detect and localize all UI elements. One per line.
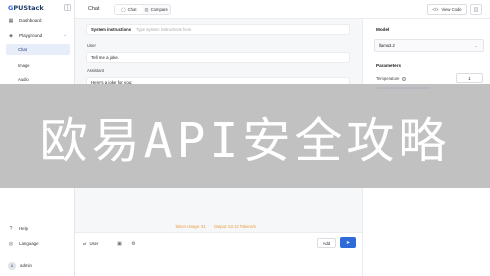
- temperature-label-text: Temperature: [376, 76, 400, 81]
- send-button[interactable]: ➤: [340, 237, 356, 248]
- token-usage: Token Usage: 51: [175, 224, 206, 229]
- sidebar-collapse-icon[interactable]: [64, 4, 71, 11]
- top-header: Chat ◯ Chat ▥ Compare </> View Code ◫: [75, 0, 490, 19]
- avatar: A: [8, 261, 16, 270]
- message-bubble[interactable]: Tell me a joke.: [86, 52, 350, 63]
- overlay-banner: 欧易API安全攻略: [0, 84, 490, 188]
- add-label: Add: [322, 240, 331, 246]
- message-role: Assistant: [87, 68, 104, 73]
- sidebar-item-playground[interactable]: ◈ Playground ⌄: [4, 30, 71, 41]
- sidebar-item-label: Playground: [19, 33, 43, 38]
- sidebar-item-label: Help: [19, 226, 29, 231]
- info-icon[interactable]: i: [401, 76, 406, 81]
- sidebar-item-dashboard[interactable]: ▦ Dashboard: [4, 15, 71, 26]
- chat-icon: ◯: [120, 7, 126, 12]
- sidebar-item-label: Chat: [18, 47, 27, 52]
- settings-icon[interactable]: ⚙: [129, 239, 138, 248]
- role-label: User: [89, 241, 99, 246]
- composer: ⇄ User ▣ ⚙ Add ➤: [75, 232, 362, 276]
- model-value: llama3.2: [379, 43, 395, 48]
- playground-icon: ◈: [9, 32, 13, 39]
- user-name: admin: [20, 263, 32, 268]
- parameters-section-title: Parameters: [376, 63, 402, 68]
- role-selector[interactable]: ⇄ User: [83, 239, 98, 248]
- usage-stats: Token Usage: 51 Output: 53.13 Tokens/s: [175, 224, 256, 229]
- sidebar-item-label: Audio: [18, 77, 29, 82]
- temperature-input[interactable]: 1: [456, 73, 483, 83]
- tab-label: Chat: [127, 7, 137, 12]
- view-code-button[interactable]: </> View Code: [427, 4, 467, 15]
- panel-toggle-icon[interactable]: ◫: [470, 4, 482, 15]
- swap-icon: ⇄: [83, 241, 87, 246]
- chevron-down-icon: ⌄: [63, 32, 67, 37]
- help-icon: ?: [9, 225, 13, 232]
- dashboard-icon: ▦: [8, 17, 14, 24]
- sidebar-item-label: Language: [19, 241, 39, 246]
- tab-compare[interactable]: ▥ Compare: [143, 5, 171, 14]
- message-text: Tell me a joke.: [91, 55, 120, 60]
- system-instructions-field[interactable]: System instructions Type system instruct…: [86, 24, 350, 35]
- system-instructions-placeholder: Type system instructions here: [136, 27, 192, 32]
- sidebar-item-label: Dashboard: [19, 18, 42, 23]
- user-menu[interactable]: A admin: [4, 260, 71, 271]
- mode-tabs: ◯ Chat ▥ Compare: [114, 4, 171, 15]
- send-icon: ➤: [345, 239, 351, 246]
- app-logo[interactable]: G PUStack: [8, 3, 44, 12]
- image-upload-icon[interactable]: ▣: [115, 239, 124, 248]
- page-title: Chat: [88, 6, 100, 12]
- chevron-down-icon: ⌄: [474, 43, 478, 48]
- sidebar-item-label: Image: [18, 63, 30, 68]
- sidebar-item-image[interactable]: Image: [6, 60, 70, 71]
- globe-icon: ◎: [8, 240, 14, 247]
- sidebar-item-chat[interactable]: Chat: [6, 44, 70, 55]
- message-role: User: [87, 43, 96, 48]
- view-code-label: View Code: [441, 7, 462, 12]
- temperature-label: Temperature i: [376, 76, 406, 81]
- sidebar-item-language[interactable]: ◎ Language: [4, 238, 71, 249]
- temperature-value: 1: [468, 75, 471, 81]
- sidebar-item-help[interactable]: ? Help: [4, 223, 71, 234]
- compare-icon: ▥: [144, 7, 149, 12]
- tab-label: Compare: [150, 7, 168, 12]
- output-rate: Output: 53.13 Tokens/s: [213, 224, 256, 229]
- add-button[interactable]: Add: [317, 238, 336, 248]
- code-icon: </>: [432, 7, 439, 12]
- overlay-text: 欧易API安全攻略: [39, 113, 451, 169]
- model-select[interactable]: llama3.2 ⌄: [374, 39, 484, 52]
- tab-chat[interactable]: ◯ Chat: [115, 5, 143, 14]
- model-section-title: Model: [376, 27, 390, 32]
- logo-text: PUStack: [13, 3, 44, 12]
- system-instructions-label: System instructions: [91, 27, 132, 32]
